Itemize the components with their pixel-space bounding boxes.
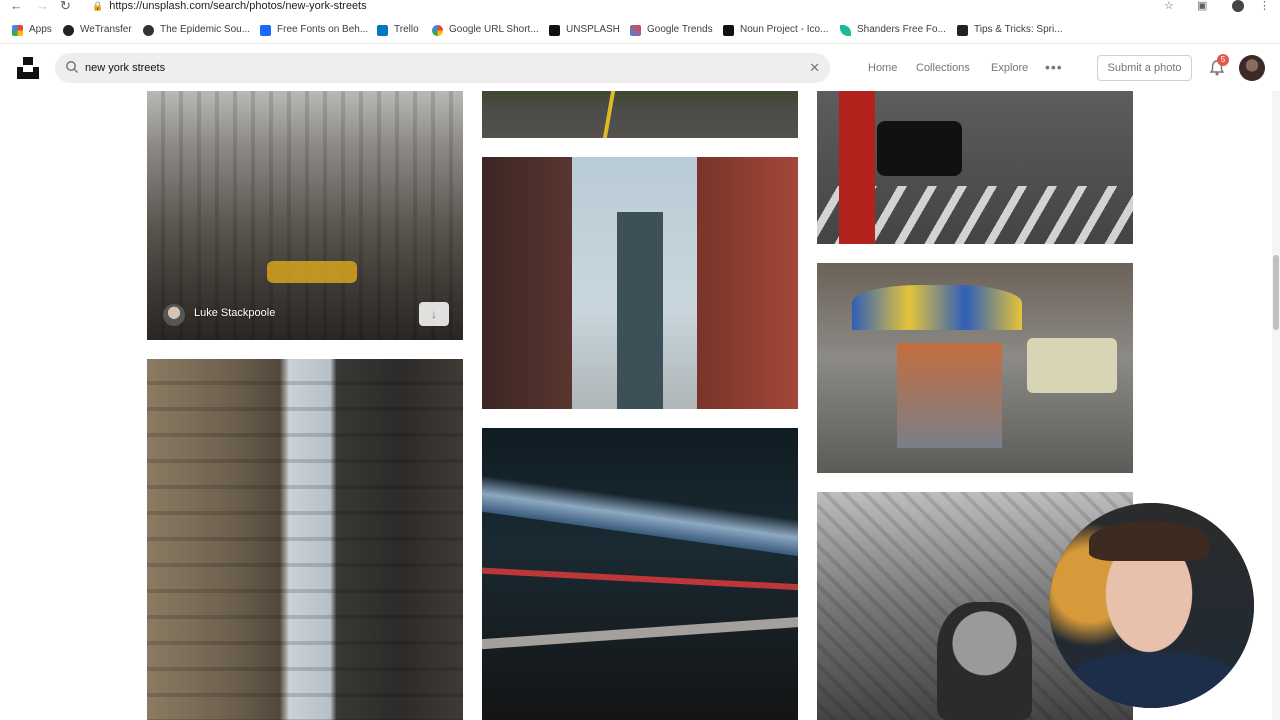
photo-manhattan-bridge[interactable]: [482, 157, 798, 409]
photo-image: [482, 91, 798, 138]
bookmark-icon: [957, 24, 968, 36]
bus: [1027, 338, 1117, 393]
bookmark-apps[interactable]: Apps: [12, 24, 52, 36]
bookmark-label: Google URL Short...: [449, 24, 539, 35]
bookmark-shanders[interactable]: Shanders Free Fo...: [840, 24, 946, 36]
bridge-tower: [617, 212, 663, 409]
bookmark-label: WeTransfer: [80, 24, 132, 35]
photo-light-trails[interactable]: [482, 428, 798, 720]
bookmark-label: Trello: [394, 24, 419, 35]
extension-icon[interactable]: ▣: [1197, 0, 1207, 12]
photo-crosswalk[interactable]: [817, 91, 1133, 244]
back-icon[interactable]: ←: [10, 0, 23, 13]
bookmark-label: UNSPLASH: [566, 24, 620, 35]
photo-detail: [147, 359, 463, 720]
google-icon: [432, 24, 443, 36]
photo-building-taxi[interactable]: Luke Stackpoole ↓: [147, 91, 463, 340]
bookmark-label: Google Trends: [647, 24, 713, 35]
wetransfer-icon: [63, 24, 74, 36]
bookmark-google-trends[interactable]: Google Trends: [630, 24, 713, 36]
search-input[interactable]: [85, 58, 785, 78]
nav-home[interactable]: Home: [868, 61, 897, 75]
profile-icon[interactable]: [1232, 0, 1244, 12]
bookmark-google-url[interactable]: Google URL Short...: [432, 24, 539, 36]
bookmark-label: Apps: [29, 24, 52, 35]
apps-grid-icon: [12, 24, 23, 36]
bookmark-behance[interactable]: Free Fonts on Beh...: [260, 24, 368, 36]
hotdog-cart: [897, 343, 1002, 448]
nav-explore[interactable]: Explore: [991, 61, 1028, 75]
man-face: [937, 602, 1032, 720]
presenter-shirt: [1069, 653, 1239, 708]
bookmark-label: Free Fonts on Beh...: [277, 24, 369, 35]
trello-icon: [377, 24, 388, 36]
black-car: [877, 121, 962, 176]
red-pole: [839, 91, 875, 244]
notification-badge: 5: [1217, 54, 1229, 66]
reload-icon[interactable]: ↻: [60, 0, 71, 13]
url-text: https://unsplash.com/search/photos/new-y…: [109, 0, 367, 12]
unsplash-icon: [549, 24, 560, 36]
feather-icon: [840, 24, 851, 36]
taxi-shape: [267, 261, 357, 283]
photo-hotdog-cart[interactable]: [817, 263, 1133, 473]
bookmark-wetransfer[interactable]: WeTransfer: [63, 24, 132, 36]
url-field[interactable]: 🔒 https://unsplash.com/search/photos/new-…: [92, 0, 367, 12]
browser-address-bar: ← → ↻ 🔒 https://unsplash.com/search/photo…: [0, 0, 1280, 14]
bookmark-noun-project[interactable]: Noun Project - Ico...: [723, 24, 828, 36]
kebab-menu-icon[interactable]: ⋮: [1259, 0, 1270, 12]
bookmark-epidemic-sound[interactable]: The Epidemic Sou...: [143, 24, 250, 36]
site-header: ✕ Home Collections Explore ••• Submit a …: [0, 45, 1280, 91]
search-bar: ✕: [55, 53, 830, 83]
bookmark-label: Shanders Free Fo...: [857, 24, 946, 35]
lock-icon: 🔒: [92, 1, 104, 11]
submit-photo-button[interactable]: Submit a photo: [1097, 55, 1192, 81]
unsplash-logo-icon[interactable]: [16, 56, 40, 80]
bookmark-unsplash[interactable]: UNSPLASH: [549, 24, 620, 36]
behance-icon: [260, 24, 271, 36]
bookmarks-bar: Apps WeTransfer The Epidemic Sou... Free…: [0, 16, 1280, 44]
user-avatar[interactable]: [1239, 55, 1265, 81]
scrollbar-track[interactable]: [1272, 91, 1280, 720]
download-arrow-icon[interactable]: ↓: [419, 302, 449, 326]
epidemic-sound-icon: [143, 24, 154, 36]
bookmark-label: The Epidemic Sou...: [160, 24, 251, 35]
bookmark-label: Noun Project - Ico...: [740, 24, 829, 35]
right-building: [697, 157, 798, 409]
author-avatar[interactable]: [163, 304, 185, 326]
clear-search-icon[interactable]: ✕: [809, 60, 820, 76]
google-trends-icon: [630, 24, 641, 36]
presenter-hair: [1089, 521, 1209, 561]
star-icon[interactable]: ☆: [1164, 0, 1174, 12]
noun-project-icon: [723, 24, 734, 36]
nav-collections[interactable]: Collections: [916, 61, 970, 75]
bookmark-trello[interactable]: Trello: [377, 24, 419, 36]
left-building: [482, 157, 572, 409]
search-icon: [66, 61, 79, 74]
more-dots-icon[interactable]: •••: [1045, 59, 1063, 75]
photo-detail: [147, 91, 463, 340]
bookmark-tips-tricks[interactable]: Tips & Tricks: Spri...: [957, 24, 1063, 36]
scrollbar-thumb[interactable]: [1273, 255, 1279, 330]
bookmark-label: Tips & Tricks: Spri...: [974, 24, 1063, 35]
photo-road[interactable]: [482, 91, 798, 138]
author-name[interactable]: Luke Stackpoole: [194, 306, 275, 320]
umbrellas: [852, 285, 1022, 330]
photo-narrow-street[interactable]: [147, 359, 463, 720]
webcam-overlay: [1049, 503, 1254, 708]
forward-icon[interactable]: →: [36, 0, 49, 13]
